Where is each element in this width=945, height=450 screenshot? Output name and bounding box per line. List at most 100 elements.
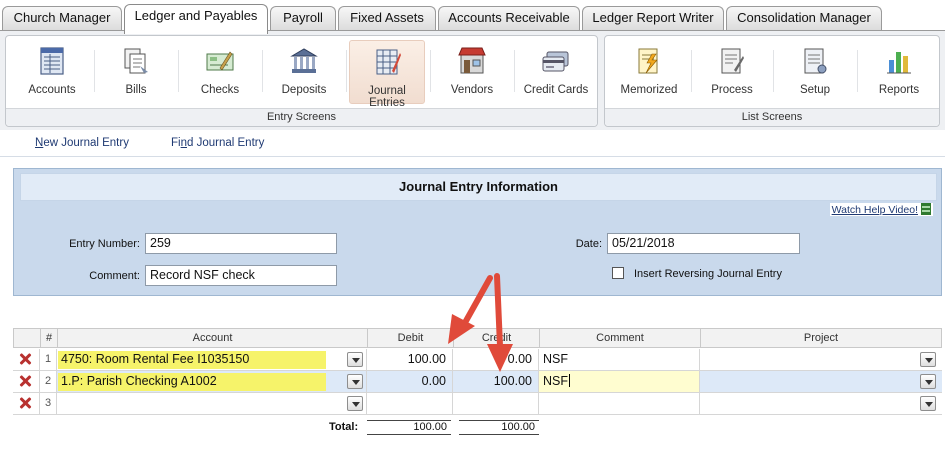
comment-cell-editing[interactable]: NSF — [539, 371, 700, 393]
account-dropdown[interactable] — [347, 352, 363, 367]
ribbon-separator — [857, 50, 858, 92]
account-dropdown[interactable] — [347, 396, 363, 411]
tab-church-manager[interactable]: Church Manager — [2, 6, 122, 30]
tab-fixed-assets[interactable]: Fixed Assets — [338, 6, 436, 30]
memorized-icon — [638, 48, 658, 74]
journal-subnav: New Journal Entry Find Journal Entry — [0, 131, 945, 157]
entry-number-field[interactable]: 259 — [145, 233, 337, 254]
debit-cell[interactable]: 100.00 — [367, 349, 453, 371]
entry-screens-label: Entry Screens — [6, 108, 597, 126]
process-label: Process — [711, 84, 753, 96]
comment-field[interactable]: Record NSF check — [145, 265, 337, 286]
entry-number-label: Entry Number: — [69, 238, 140, 250]
grid-header-number: # — [41, 329, 58, 348]
account-cell[interactable] — [57, 393, 367, 415]
journal-entry-info-panel: Journal Entry Information Watch Help Vid… — [13, 168, 942, 296]
find-journal-entry-link[interactable]: Find Journal Entry — [171, 137, 264, 149]
entry-screens-group: Accounts Bills Checks Deposits Journal E… — [5, 35, 598, 127]
row-number: 2 — [40, 371, 57, 393]
delete-cell — [13, 371, 40, 393]
delete-row-icon[interactable] — [18, 374, 32, 388]
account-value: 1.P: Parish Checking A1002 — [61, 374, 217, 388]
grid-header-project: Project — [803, 332, 839, 344]
grid-header-credit: Credit — [454, 329, 540, 348]
debit-total-underline — [367, 434, 451, 435]
ribbon-separator — [430, 50, 431, 92]
comment-cell[interactable]: NSF — [539, 349, 700, 371]
memorized-button[interactable]: Memorized — [611, 40, 687, 104]
project-dropdown[interactable] — [920, 396, 936, 411]
process-button[interactable]: Process — [694, 40, 770, 104]
delete-row-icon[interactable] — [18, 396, 32, 410]
journal-entries-button[interactable]: Journal Entries — [349, 40, 425, 109]
credit-cell[interactable]: 100.00 — [453, 371, 539, 393]
reports-button[interactable]: Reports — [861, 40, 937, 104]
ribbon-separator — [691, 50, 692, 92]
row-number: 1 — [40, 349, 57, 371]
credit-cell[interactable] — [453, 393, 539, 415]
grid-header-comment: Comment — [540, 329, 701, 348]
tab-consolidation-manager[interactable]: Consolidation Manager — [726, 6, 882, 30]
tab-ledger-and-payables[interactable]: Ledger and Payables — [124, 4, 268, 34]
store-icon — [458, 47, 486, 74]
project-cell[interactable] — [700, 349, 942, 371]
reversing-entry-checkbox[interactable] — [612, 267, 624, 279]
setup-button[interactable]: Setup — [777, 40, 853, 104]
project-cell[interactable] — [700, 393, 942, 415]
accounts-button[interactable]: Accounts — [14, 40, 90, 104]
tab-accounts-receivable[interactable]: Accounts Receivable — [438, 6, 580, 30]
grid-header-delete — [14, 329, 41, 348]
comment-cell[interactable] — [539, 393, 700, 415]
list-screens-group: Memorized Process Setup Reports List Scr… — [604, 35, 940, 127]
setup-icon — [804, 48, 827, 74]
account-value: 4750: Room Rental Fee I1035150 — [61, 352, 250, 366]
tab-payroll[interactable]: Payroll — [270, 6, 336, 30]
debit-cell[interactable] — [367, 393, 453, 415]
table-row[interactable]: 1 4750: Room Rental Fee I1035150 100.00 … — [13, 349, 942, 371]
deposits-button[interactable]: Deposits — [266, 40, 342, 104]
accounts-label: Accounts — [28, 84, 76, 96]
table-row[interactable]: 3 — [13, 393, 942, 415]
ribbon-separator — [178, 50, 179, 92]
comment-value: NSF — [543, 374, 568, 388]
debit-cell[interactable]: 0.00 — [367, 371, 453, 393]
account-cell[interactable]: 4750: Room Rental Fee I1035150 — [57, 349, 367, 371]
find-journal-entry-text-b: d Journal Entry — [187, 137, 265, 149]
account-dropdown[interactable] — [347, 374, 363, 389]
delete-cell — [13, 393, 40, 415]
project-cell[interactable] — [700, 371, 942, 393]
checks-button[interactable]: Checks — [182, 40, 258, 104]
table-row[interactable]: 2 1.P: Parish Checking A1002 0.00 100.00… — [13, 371, 942, 393]
delete-row-icon[interactable] — [18, 352, 32, 366]
text-caret — [569, 374, 570, 387]
ribbon-separator — [262, 50, 263, 92]
account-cell[interactable]: 1.P: Parish Checking A1002 — [57, 371, 367, 393]
new-journal-entry-link[interactable]: New Journal Entry — [35, 137, 129, 149]
project-dropdown[interactable] — [920, 352, 936, 367]
row-number: 3 — [40, 393, 57, 415]
ribbon-separator — [773, 50, 774, 92]
setup-label: Setup — [799, 84, 831, 96]
bills-button[interactable]: Bills — [98, 40, 174, 104]
credit-cards-button[interactable]: Credit Cards — [518, 40, 594, 104]
tab-ledger-report-writer[interactable]: Ledger Report Writer — [582, 6, 724, 30]
deposits-label: Deposits — [281, 84, 327, 96]
grid-header-account: Account — [58, 329, 368, 348]
module-tabbar: Church Manager Ledger and Payables Payro… — [0, 0, 945, 34]
grid-header-debit: Debit — [368, 329, 454, 348]
total-debit: 100.00 — [413, 421, 447, 433]
watch-help-video-link[interactable]: Watch Help Video! — [829, 203, 933, 216]
credit-cell[interactable]: 0.00 — [453, 349, 539, 371]
project-dropdown[interactable] — [920, 374, 936, 389]
process-icon — [721, 48, 744, 74]
vendors-button[interactable]: Vendors — [434, 40, 510, 104]
date-label: Date: — [575, 238, 602, 250]
ribbon-separator — [94, 50, 95, 92]
credit-cards-label: Credit Cards — [523, 84, 589, 96]
grid-header: # Account Debit Credit Comment Project — [13, 328, 942, 348]
accounts-icon — [40, 47, 64, 75]
vendors-label: Vendors — [450, 84, 494, 96]
total-credit: 100.00 — [501, 421, 535, 433]
bills-icon — [124, 48, 148, 74]
date-field[interactable]: 05/21/2018 — [607, 233, 800, 254]
